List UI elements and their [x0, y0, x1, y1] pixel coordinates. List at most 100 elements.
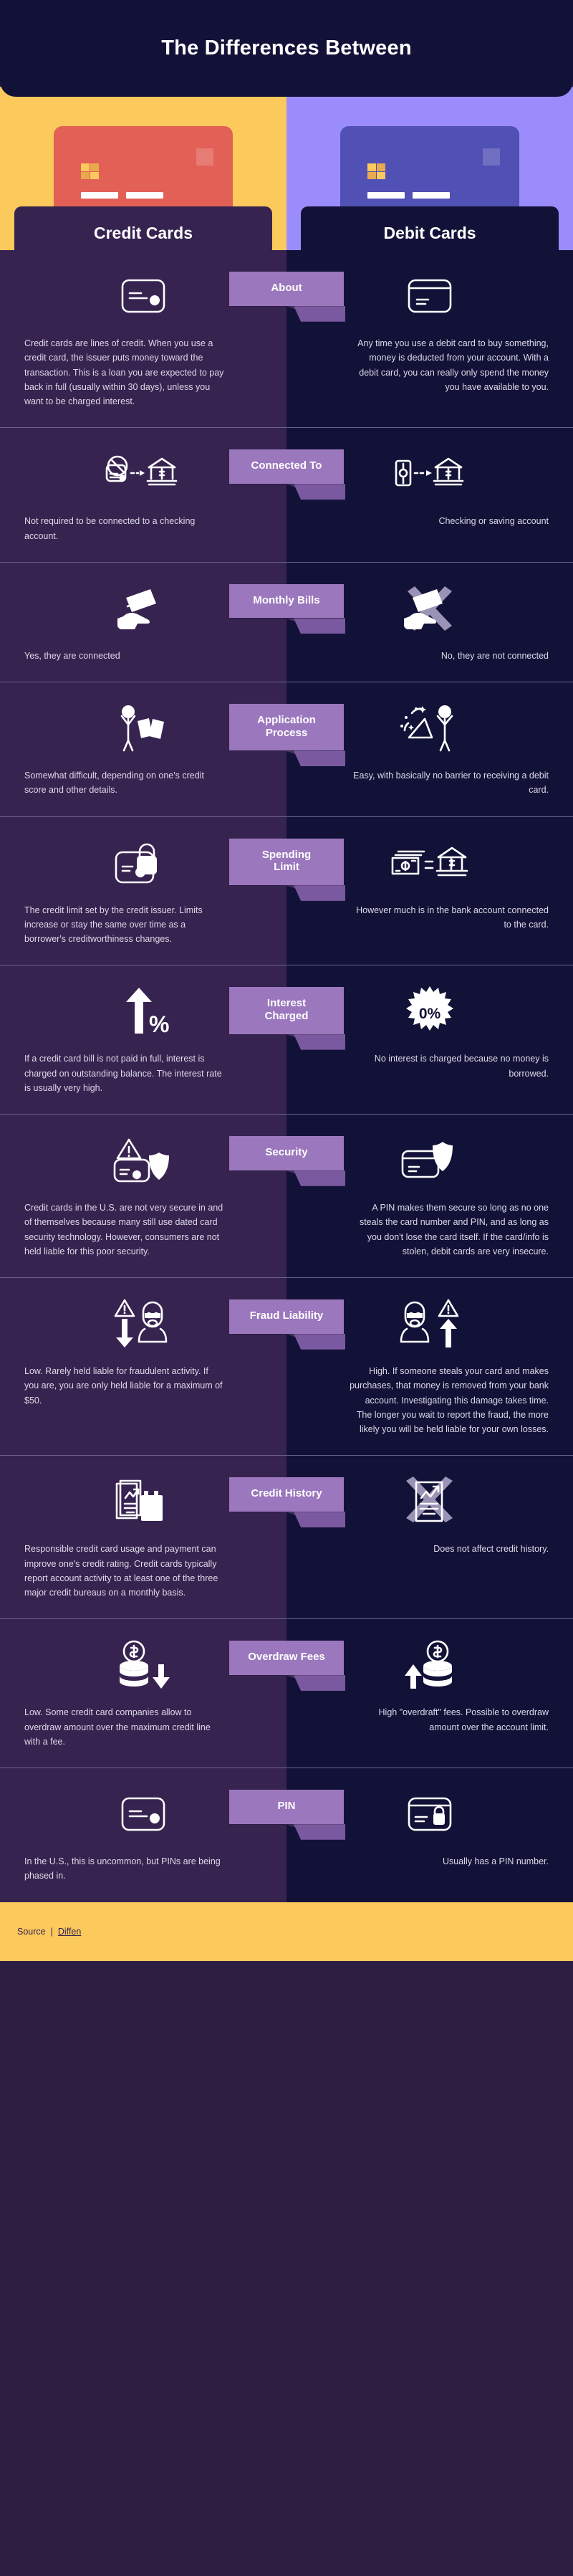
zero-percent-burst-icon: 0%	[403, 981, 456, 1041]
page-title: The Differences Between	[161, 37, 412, 59]
svg-text:0%: 0%	[419, 1006, 441, 1022]
row-badge-label: Connected To	[229, 449, 344, 484]
svg-text:%: %	[149, 1011, 169, 1036]
card-with-lock-icon	[115, 833, 172, 893]
report-crossed-icon	[402, 1471, 458, 1532]
row-text-right: No, they are not connected	[440, 650, 549, 661]
row-badge-label-line2: Charged	[264, 1009, 309, 1022]
row-text-left: In the U.S., this is uncommon, but PINs …	[24, 1856, 221, 1881]
row-badge: Security	[229, 1136, 345, 1186]
coins-arrow-up-icon	[400, 1635, 459, 1695]
source-link[interactable]: Diffen	[58, 1927, 81, 1937]
row-text-right: A PIN makes them secure so long as no on…	[359, 1203, 549, 1256]
row-badge: PIN	[229, 1790, 345, 1840]
row-badge: Monthly Bills	[229, 583, 345, 634]
debit-card-stripe-icon	[408, 266, 452, 326]
row-badge-label: PIN	[229, 1790, 344, 1824]
row-text-left: Somewhat difficult, depending on one's c…	[24, 771, 204, 796]
row-text-right: Checking or saving account	[438, 516, 549, 527]
contactless-icon	[196, 148, 213, 166]
row-badge-label-line2: Limit	[274, 861, 299, 874]
credit-card-icon	[121, 266, 165, 326]
page-footer: Source | Diffen	[0, 1902, 573, 1961]
row-badge-label: Overdraw Fees	[229, 1641, 344, 1675]
row-badge-label-line2: Process	[265, 726, 308, 739]
credit-cards-title: Credit Cards	[93, 223, 193, 242]
row-text-right: Easy, with basically no barrier to recei…	[353, 771, 549, 796]
footer-separator: |	[50, 1926, 53, 1937]
row-badge: Connected To	[229, 449, 345, 500]
row-badge-label: About	[229, 272, 344, 306]
thief-arrow-up-icon	[400, 1294, 460, 1354]
table-row: % If a credit card bill is not paid in f…	[0, 965, 573, 1114]
arrow-up-percent-icon: %	[117, 981, 169, 1041]
row-badge: Overdraw Fees	[229, 1641, 345, 1691]
row-badge: Fraud Liability	[229, 1299, 345, 1350]
row-badge-label: Application Process	[229, 704, 344, 751]
row-badge-label-line1: Application	[257, 714, 316, 726]
table-row: Somewhat difficult, depending on one's c…	[0, 682, 573, 816]
cash-in-hand-crossed-icon	[403, 578, 457, 639]
hero-section	[0, 87, 573, 232]
table-row: The credit limit set by the credit issue…	[0, 816, 573, 965]
row-text-right: Any time you use a debit card to buy som…	[357, 338, 549, 392]
row-text-right: High "overdraft" fees. Possible to overd…	[378, 1707, 549, 1732]
card-warning-shield-icon	[113, 1130, 173, 1191]
row-text-left: The credit limit set by the credit issue…	[24, 905, 203, 945]
row-text-right: However much is in the bank account conn…	[356, 905, 549, 930]
cash-equals-bank-icon	[390, 833, 470, 893]
row-badge-label: Spending Limit	[229, 838, 344, 885]
row-badge-label-line1: Interest	[266, 997, 307, 1010]
row-badge-label: Security	[229, 1136, 344, 1170]
table-row: In the U.S., this is uncommon, but PINs …	[0, 1768, 573, 1902]
table-row: Credit cards in the U.S. are not very se…	[0, 1114, 573, 1277]
table-row: Credit cards are lines of credit. When y…	[0, 250, 573, 428]
row-text-left: Low. Some credit card companies allow to…	[24, 1707, 211, 1747]
card-shield-check-icon	[400, 1130, 460, 1191]
infographic-page: The Differences Between Credit Cards Deb…	[0, 0, 573, 2576]
card-chip-icon	[367, 163, 385, 179]
card-chip-icon	[81, 163, 99, 179]
debit-cards-title: Debit Cards	[383, 223, 476, 242]
row-text-left: If a credit card bill is not paid in ful…	[24, 1054, 222, 1093]
report-calendar-icon	[112, 1471, 174, 1532]
coins-arrow-down-icon	[114, 1635, 173, 1695]
row-cell-left: In the U.S., this is uncommon, but PINs …	[0, 1768, 286, 1902]
row-badge: About	[229, 272, 345, 322]
credit-title-bar: Credit Cards	[0, 206, 286, 262]
card-connected-bank-icon	[390, 444, 469, 504]
column-titles: Credit Cards Debit Cards	[0, 206, 573, 262]
person-celebrating-icon	[399, 698, 461, 758]
debit-title-bar: Debit Cards	[286, 206, 573, 262]
row-badge-label: Credit History	[229, 1477, 344, 1512]
source-label: Source	[17, 1926, 46, 1937]
row-cell-left: Yes, they are connected	[0, 562, 286, 682]
hero-left-panel	[0, 87, 286, 232]
row-badge-label: Fraud Liability	[229, 1299, 344, 1334]
comparison-rows: Credit cards are lines of credit. When y…	[0, 250, 573, 1902]
row-badge: Credit History	[229, 1477, 345, 1527]
row-text-left: Not required to be connected to a checki…	[24, 516, 196, 541]
row-text-left: Yes, they are connected	[24, 650, 120, 661]
row-text-right: No interest is charged because no money …	[374, 1054, 549, 1079]
row-text-right: Does not affect credit history.	[433, 1544, 549, 1555]
hero-right-panel	[286, 87, 573, 232]
table-row: Yes, they are connected No, they are not…	[0, 561, 573, 682]
row-text-left: Credit cards in the U.S. are not very se…	[24, 1203, 223, 1256]
row-text-left: Responsible credit card usage and paymen…	[24, 1544, 218, 1598]
row-text-right: High. If someone steals your card and ma…	[350, 1366, 549, 1434]
row-text-left: Credit cards are lines of credit. When y…	[24, 338, 224, 406]
row-cell-left: Not required to be connected to a checki…	[0, 428, 286, 562]
table-row: Low. Rarely held liable for fraudulent a…	[0, 1277, 573, 1456]
row-badge: Interest Charged	[229, 987, 345, 1050]
page-header: The Differences Between	[0, 0, 573, 97]
row-badge: Spending Limit	[229, 838, 345, 901]
row-badge: Application Process	[229, 704, 345, 767]
table-row: Responsible credit card usage and paymen…	[0, 1455, 573, 1619]
contactless-icon	[483, 148, 500, 166]
table-row: Low. Some credit card companies allow to…	[0, 1618, 573, 1768]
card-not-connected-bank-icon	[104, 444, 183, 504]
row-text-right: Usually has a PIN number.	[443, 1856, 549, 1866]
table-row: Not required to be connected to a checki…	[0, 427, 573, 562]
row-badge-label-line1: Spending	[261, 848, 312, 861]
